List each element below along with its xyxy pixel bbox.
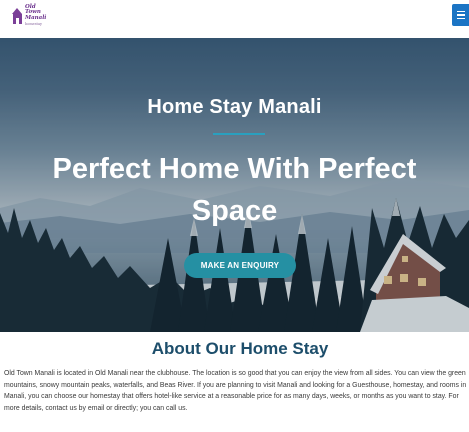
hero-subtitle: Home Stay Manali <box>147 96 322 118</box>
logo-wordmark: Old Town Manali homestay <box>25 4 47 28</box>
about-description: Old Town Manali is located in Old Manali… <box>4 370 467 413</box>
hero-title: Perfect Home With Perfect Space <box>52 153 417 227</box>
logo-tagline: homestay <box>25 22 43 26</box>
about-heading: About Our Home Stay <box>151 339 329 358</box>
site-header: Old Town Manali homestay <box>0 0 469 38</box>
site-logo[interactable]: Old Town Manali homestay <box>12 4 52 28</box>
hamburger-menu-icon <box>456 10 465 13</box>
hamburger-menu-bar <box>456 17 465 20</box>
menu-toggle-button[interactable] <box>452 4 469 26</box>
house-logo-icon <box>12 8 23 24</box>
hamburger-menu-bar <box>456 14 465 16</box>
hero-banner: Home Stay Manali Perfect Home With Perfe… <box>0 38 469 332</box>
hero-divider <box>213 133 265 135</box>
logo-line-3: Manali <box>25 14 47 21</box>
make-enquiry-button[interactable]: MAKE AN ENQUIRY <box>184 253 296 278</box>
